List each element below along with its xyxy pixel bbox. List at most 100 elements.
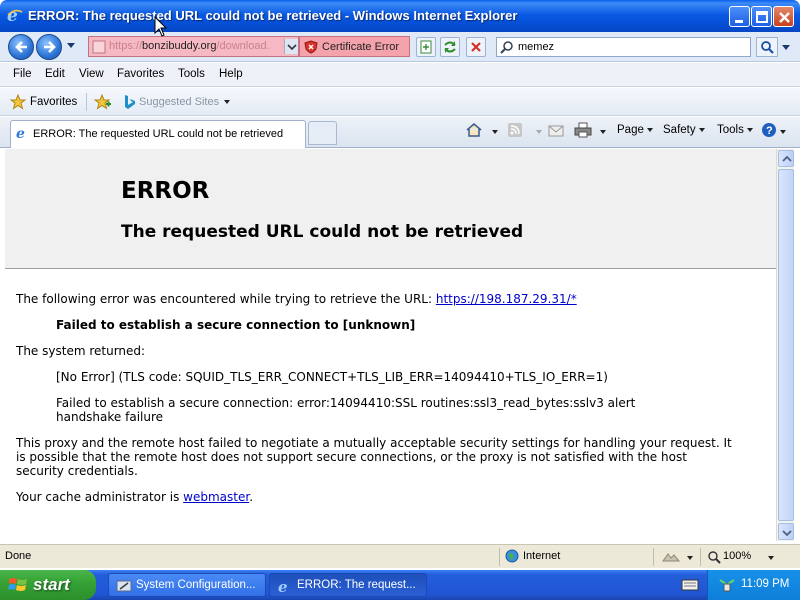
page-icon <box>92 40 106 54</box>
chevron-down-icon <box>782 530 792 537</box>
globe-icon <box>505 549 519 563</box>
help-icon[interactable]: ? <box>761 122 777 138</box>
feeds-dropdown[interactable] <box>536 130 542 134</box>
help-dropdown[interactable] <box>780 130 786 134</box>
home-dropdown[interactable] <box>492 130 498 134</box>
protected-mode-icon[interactable] <box>662 550 680 564</box>
start-button[interactable]: start <box>0 570 96 600</box>
svg-text:e: e <box>16 126 25 140</box>
suggested-sites-link[interactable]: Suggested Sites <box>139 96 219 108</box>
error-summary: Failed to establish a secure connection … <box>56 318 416 332</box>
page-title: ERROR <box>121 178 210 204</box>
page-menu[interactable]: Page <box>617 124 653 136</box>
menu-help[interactable]: Help <box>219 68 243 80</box>
security-zone[interactable]: Internet <box>523 550 560 562</box>
keyboard-icon[interactable] <box>681 578 699 592</box>
system-returned-label: The system returned: <box>16 344 146 358</box>
compatibility-icon <box>420 40 432 54</box>
error-header: ERROR The requested URL could not be ret… <box>5 149 776 269</box>
scroll-up-button[interactable] <box>778 150 794 167</box>
arrow-left-icon <box>15 41 27 53</box>
scroll-thumb[interactable] <box>778 169 794 521</box>
window-titlebar[interactable]: e ERROR: The requested URL could not be … <box>0 0 800 32</box>
search-input[interactable]: memez <box>496 37 751 57</box>
ssl-error-text: Failed to establish a secure connection:… <box>56 396 636 424</box>
scroll-down-button[interactable] <box>778 523 794 540</box>
chevron-up-icon <box>782 155 792 162</box>
back-button[interactable] <box>8 34 34 60</box>
minimize-button[interactable] <box>729 6 750 27</box>
favorites-star-icon <box>10 94 26 110</box>
home-icon[interactable] <box>465 122 483 138</box>
forward-button[interactable] <box>36 34 62 60</box>
safety-menu[interactable]: Safety <box>663 124 705 136</box>
menu-favorites[interactable]: Favorites <box>117 68 164 80</box>
tab-row: e ERROR: The requested URL could not be … <box>0 117 800 148</box>
search-button[interactable] <box>756 37 778 57</box>
menu-view[interactable]: View <box>79 68 104 80</box>
compatibility-view-button[interactable] <box>416 37 436 57</box>
menu-file[interactable]: File <box>13 68 32 80</box>
tls-code-text: [No Error] (TLS code: SQUID_TLS_ERR_CONN… <box>56 370 608 384</box>
certificate-error-label: Certificate Error <box>322 41 400 53</box>
svg-text:?: ? <box>766 125 773 137</box>
shield-error-icon <box>304 40 318 54</box>
status-separator <box>700 548 701 566</box>
explanation-paragraph: This proxy and the remote host failed to… <box>16 436 732 478</box>
add-to-favorites-icon[interactable] <box>94 94 112 110</box>
vertical-scrollbar[interactable] <box>776 149 794 541</box>
status-bar: Done Internet 100% <box>0 544 800 568</box>
status-text: Done <box>5 550 32 562</box>
search-value: memez <box>518 41 555 53</box>
requested-url-link[interactable]: https://198.187.29.31/* <box>436 292 577 306</box>
search-options-dropdown[interactable] <box>781 44 791 52</box>
address-dropdown[interactable] <box>284 39 298 54</box>
protected-mode-dropdown[interactable] <box>687 556 693 560</box>
taskbar-item-internet-explorer[interactable]: e ERROR: The request... <box>269 573 427 597</box>
clock[interactable]: 11:09 PM <box>741 578 789 590</box>
magnifier-icon <box>761 41 774 54</box>
refresh-icon <box>444 41 456 53</box>
network-icon[interactable] <box>718 576 736 594</box>
window-title: ERROR: The requested URL could not be re… <box>28 8 518 23</box>
intro-paragraph: The following error was encountered whil… <box>16 292 577 306</box>
start-label: start <box>33 575 70 594</box>
svg-text:e: e <box>278 578 288 594</box>
stop-icon <box>471 42 481 52</box>
maximize-button[interactable] <box>751 6 772 27</box>
mouse-cursor-icon <box>154 16 168 37</box>
windows-logo-icon <box>8 578 27 591</box>
search-icon <box>500 41 513 54</box>
chevron-down-icon <box>287 44 297 51</box>
address-field[interactable]: https://bonzibuddy.org/download. <box>88 36 299 57</box>
close-button[interactable] <box>773 6 794 27</box>
arrow-right-icon <box>44 41 56 53</box>
menu-tools[interactable]: Tools <box>178 68 205 80</box>
stop-button[interactable] <box>466 37 486 57</box>
zoom-dropdown[interactable] <box>768 556 774 560</box>
taskbar-item-label: ERROR: The request... <box>297 579 416 591</box>
new-tab-button[interactable] <box>308 121 337 145</box>
page-subtitle: The requested URL could not be retrieved <box>121 222 524 242</box>
internet-explorer-icon: e <box>16 126 25 140</box>
zoom-level[interactable]: 100% <box>723 550 751 562</box>
feeds-icon[interactable] <box>507 122 523 138</box>
suggested-sites-dropdown[interactable] <box>224 100 230 104</box>
print-dropdown[interactable] <box>600 130 606 134</box>
tab-active[interactable]: e ERROR: The requested URL could not be … <box>10 120 306 148</box>
print-icon[interactable] <box>574 122 592 138</box>
status-separator <box>499 548 500 566</box>
menu-edit[interactable]: Edit <box>45 68 65 80</box>
menu-bar: File Edit View Favorites Tools Help <box>0 63 800 87</box>
bing-icon <box>125 95 135 109</box>
recent-pages-dropdown[interactable] <box>66 42 76 50</box>
status-separator <box>653 548 654 566</box>
tools-menu[interactable]: Tools <box>717 124 753 136</box>
favorites-button[interactable]: Favorites <box>30 96 77 108</box>
taskbar-item-system-configuration[interactable]: System Configuration... <box>108 573 266 597</box>
certificate-error-button[interactable]: Certificate Error <box>299 36 410 57</box>
refresh-button[interactable] <box>440 37 460 57</box>
zoom-icon[interactable] <box>707 550 721 564</box>
mail-icon[interactable] <box>547 122 565 138</box>
webmaster-link[interactable]: webmaster <box>183 490 249 504</box>
